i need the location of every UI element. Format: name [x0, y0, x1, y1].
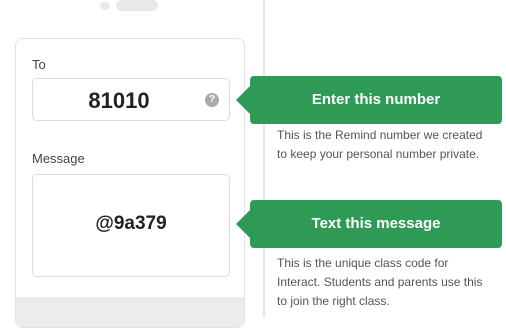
class-code-value: @9a379 — [95, 213, 167, 234]
phone-top-decoration — [100, 0, 158, 12]
phone-message-card: To 81010 ? Message @9a379 — [15, 38, 245, 328]
enter-number-title: Enter this number — [311, 91, 441, 108]
camera-dot — [100, 2, 110, 10]
to-number-field[interactable]: 81010 ? — [32, 78, 230, 121]
text-message-callout: Text this message — [236, 200, 502, 248]
message-field[interactable]: @9a379 — [32, 174, 230, 277]
enter-number-description: This is the Remind number we created to … — [277, 128, 483, 161]
text-message-title: Text this message — [311, 215, 441, 232]
message-label: Message — [32, 151, 85, 166]
speaker-slot — [116, 0, 158, 11]
divider-line — [263, 0, 265, 317]
to-label: To — [32, 57, 46, 72]
to-number-value: 81010 — [88, 88, 150, 113]
enter-number-callout: Enter this number — [236, 76, 502, 124]
text-message-description: This is the unique class code for Intera… — [277, 256, 483, 308]
question-icon[interactable]: ? — [205, 93, 219, 107]
keyboard-strip — [16, 297, 244, 327]
